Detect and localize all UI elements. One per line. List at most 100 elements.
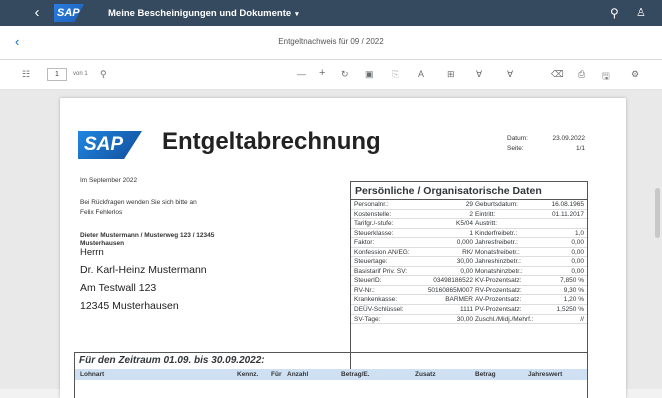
app-title-menu[interactable]: Meine Bescheinigungen und Dokumente ▾ — [108, 8, 299, 19]
period-table-header: Lohnart Kennz. Für Anzahl Betrag/E. Zusa… — [75, 369, 587, 380]
chevron-down-icon: ▾ — [295, 10, 299, 18]
rotate-icon[interactable]: ↻ — [341, 69, 349, 80]
personal-v2: 0,00 — [571, 258, 584, 266]
scrollbar[interactable] — [655, 188, 660, 238]
shell-back-button[interactable]: ‹ — [26, 0, 48, 26]
personal-v2: 9,30 % — [563, 286, 584, 294]
personal-v1: 30,00 — [456, 315, 473, 323]
highlight-icon[interactable]: ∀ — [507, 69, 513, 80]
personal-l1: SV-Tage: — [354, 315, 381, 323]
col-zusatz: Zusatz — [415, 371, 436, 378]
document-viewer[interactable]: SAP Entgeltabrechnung Datum: 23.09.2022 S… — [0, 90, 662, 398]
copy-icon[interactable]: ⎘ — [392, 69, 399, 80]
personal-l1: Kostenstelle: — [354, 210, 392, 218]
recipient-name: Dr. Karl-Heinz Mustermann — [80, 264, 207, 276]
fit-page-icon[interactable]: ▣ — [365, 69, 374, 80]
salutation: Herrn — [80, 247, 104, 258]
personal-v2: 0,00 — [571, 239, 584, 247]
col-betrag-e: Betrag/E. — [341, 371, 370, 378]
personal-v1: BARMER — [445, 296, 473, 304]
pdf-toolbar: ☷ 1 von 1 ⚲ — + ↻ ▣ ⎘ A ⊞ ∀ ∀ ⌫ ⎙ 🖫 ⚙ — [0, 60, 662, 90]
personal-v1: 03498186522 — [433, 277, 473, 285]
user-icon[interactable]: ♙ — [636, 0, 646, 26]
personal-l1: SteuerID: — [354, 277, 382, 285]
personal-v1: RK/ — [462, 248, 473, 256]
personal-v1: 2 — [469, 210, 473, 218]
personal-l2: Jahresfreibetr.: — [475, 239, 518, 247]
sender-line2: Musterhausen — [80, 240, 125, 247]
page-count: von 1 — [73, 71, 88, 77]
personal-l1: DEÜV-Schlüssel: — [354, 306, 404, 314]
personal-v2: 0,00 — [571, 248, 584, 256]
month-text: Im September 2022 — [80, 177, 138, 184]
settings-icon[interactable]: ⚙ — [631, 69, 639, 80]
sender-line1: Dieter Mustermann / Musterweg 123 / 1234… — [80, 232, 215, 239]
date-block: Datum: 23.09.2022 Seite: 1/1 — [507, 134, 585, 154]
zoom-out-icon[interactable]: — — [297, 69, 306, 79]
period-box: Für den Zeitraum 01.09. bis 30.09.2022: … — [74, 352, 588, 398]
personal-l1: RV-Nr.: — [354, 286, 375, 294]
personal-data-row: Personalnr.: 29 Geburtsdatum: 16.08.1965 — [351, 200, 587, 210]
personal-l1: Steuerklasse: — [354, 229, 394, 237]
personal-l2: Monatshinzbetr.: — [475, 267, 523, 275]
personal-l2: Monatsfreibetr.: — [475, 248, 520, 256]
personal-data-row: Steuerklasse: 1 Kinderfreibetr.: 1,0 — [351, 229, 587, 239]
find-icon[interactable]: ⚲ — [100, 69, 107, 80]
personal-v2: 7,850 % — [560, 277, 584, 285]
personal-v2 — [543, 219, 584, 228]
col-anzahl: Anzahl — [287, 371, 309, 378]
contact-line2: Felix Fehlerlos — [80, 209, 123, 216]
document-heading: Entgeltabrechnung — [162, 128, 381, 155]
period-title: Für den Zeitraum 01.09. bis 30.09.2022: — [79, 355, 265, 366]
personal-v1: 1111 — [459, 306, 473, 314]
shell-header: ‹ SAP Meine Bescheinigungen und Dokument… — [0, 0, 662, 26]
personal-v1: 29 — [465, 201, 473, 208]
draw-icon[interactable]: ∀ — [476, 69, 482, 80]
save-icon[interactable]: 🖫 — [602, 69, 610, 85]
document-title: Entgeltnachweis für 09 / 2022 — [278, 37, 384, 46]
personal-v2: // — [580, 315, 584, 323]
personal-data-row: SV-Tage: 30,00 Zuschl./Midj./Mehrf.: // — [351, 315, 587, 325]
page-number-input[interactable]: 1 — [47, 68, 67, 81]
personal-v1: 50160865M007 — [427, 286, 473, 294]
personal-l1: Faktor: — [354, 239, 375, 247]
personal-l1: Tarifgr./-stufe: — [354, 220, 394, 228]
personal-v1: 1 — [469, 229, 473, 237]
pdf-page: SAP Entgeltabrechnung Datum: 23.09.2022 S… — [60, 98, 626, 398]
personal-data-row: Faktor: 0,000 Jahresfreibetr.: 0,00 — [351, 238, 587, 248]
zoom-in-icon[interactable]: + — [319, 67, 325, 79]
erase-icon[interactable]: ⌫ — [551, 69, 564, 80]
personal-l1: Krankenkasse: — [354, 296, 397, 304]
reading-mode-icon[interactable]: ⊞ — [447, 69, 455, 80]
personal-data-row: Krankenkasse: BARMER AV-Prozentsatz: 1,20 % — [351, 295, 587, 306]
personal-l2: AV-Prozentsatz: — [475, 296, 522, 304]
personal-l2: Zuschl./Midj./Mehrf.: — [475, 315, 534, 323]
personal-v1: 0,00 — [460, 267, 473, 275]
col-jahreswert: Jahreswert — [528, 371, 563, 378]
date-label: Datum: — [507, 135, 528, 142]
personal-data-box: Persönliche / Organisatorische Daten Per… — [350, 181, 588, 377]
search-icon[interactable]: ⚲ — [610, 0, 619, 26]
personal-data-row: Basistarif Priv. SV: 0,00 Monatshinzbetr.:… — [351, 267, 587, 277]
sidebar-toggle-icon[interactable]: ☷ — [22, 69, 30, 80]
personal-l1: Konfession AN/EG: — [354, 248, 410, 256]
personal-data-row: Steuertage: 30,00 Jahreshinzbetr.: 0,00 — [351, 257, 587, 267]
personal-l2: RV-Prozentsatz: — [475, 286, 522, 294]
col-kennz: Kennz. — [237, 371, 259, 378]
text-size-icon[interactable]: A — [418, 69, 424, 79]
personal-l2: PV-Prozentsatz: — [475, 306, 522, 314]
personal-v2: 0,00 — [571, 267, 584, 275]
col-fuer: Für — [271, 371, 282, 378]
document-sap-logo: SAP — [78, 131, 142, 159]
personal-data-row: Tarifgr./-stufe: K5/04 Austritt: — [351, 219, 587, 229]
col-betrag: Betrag — [475, 371, 496, 378]
personal-l2: Jahreshinzbetr.: — [475, 258, 521, 266]
personal-l1: Personalnr.: — [354, 201, 389, 208]
personal-v2: 1,5250 % — [556, 306, 584, 314]
print-icon[interactable]: ⎙ — [578, 69, 585, 80]
personal-data-row: Kostenstelle: 2 Eintritt: 01.11.2017 — [351, 210, 587, 220]
personal-v1: 0,000 — [456, 239, 473, 247]
personal-l1: Steuertage: — [354, 258, 388, 266]
personal-data-row: Konfession AN/EG: RK/Monatsfreibetr.: 0,00 — [351, 248, 587, 258]
personal-v2: 1,0 — [574, 229, 584, 237]
